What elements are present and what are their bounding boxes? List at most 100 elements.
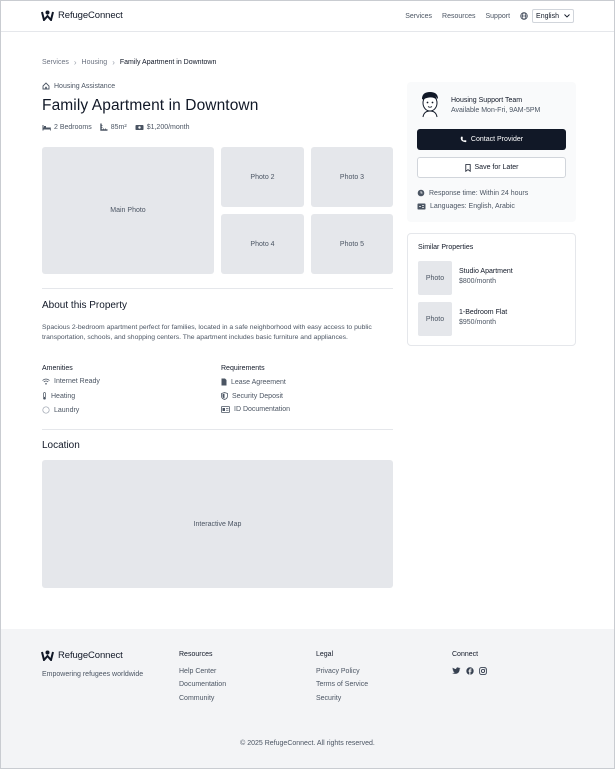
id-card-icon — [221, 406, 230, 413]
bedrooms-value: 2 Bedrooms — [54, 123, 92, 131]
amenities-title: Amenities — [42, 365, 73, 372]
thumbnail-label: Photo — [425, 315, 445, 323]
amenity-label: Laundry — [54, 406, 80, 414]
bookmark-icon — [464, 163, 471, 172]
main-photo[interactable]: Main Photo — [42, 147, 214, 274]
footer-logo[interactable]: RefugeConnect — [41, 650, 123, 661]
breadcrumb-current: Family Apartment in Downtown — [119, 59, 217, 66]
photo-2-label: Photo 2 — [250, 173, 275, 181]
twitter-icon[interactable] — [452, 667, 461, 675]
requirement-label: Security Deposit — [232, 392, 283, 400]
thermometer-icon — [43, 392, 46, 400]
facebook-icon[interactable] — [466, 667, 474, 675]
languages-info: Languages: English, Arabic — [417, 203, 515, 210]
requirement-item: Security Deposit — [221, 392, 283, 400]
chevron-right-icon: › — [112, 58, 115, 67]
footer-link-security[interactable]: Security — [316, 695, 341, 702]
category-label: Housing Assistance — [54, 82, 116, 90]
footer-link-terms[interactable]: Terms of Service — [316, 681, 368, 688]
similar-property-price: $950/month — [459, 319, 496, 326]
file-icon — [221, 378, 227, 386]
response-time-text: Response time: Within 24 hours — [429, 189, 529, 197]
requirement-label: ID Documentation — [234, 406, 291, 413]
language-select[interactable]: English — [532, 9, 574, 23]
photo-5-label: Photo 5 — [339, 240, 365, 248]
photo-5[interactable]: Photo 5 — [311, 214, 393, 274]
phone-icon — [460, 136, 467, 143]
requirement-item: Lease Agreement — [221, 378, 286, 386]
listing-meta: 2 Bedrooms 85m² $1,200/month — [42, 123, 190, 131]
main-photo-label: Main Photo — [110, 207, 146, 214]
amenity-item: Laundry — [42, 406, 79, 414]
amenity-label: Internet Ready — [54, 378, 100, 385]
response-time: Response time: Within 24 hours — [417, 189, 528, 197]
location-heading: Location — [42, 440, 80, 451]
provider-team-name: Housing Support Team — [451, 97, 523, 104]
page-title: Family Apartment in Downtown — [42, 97, 259, 114]
similar-property-name[interactable]: Studio Apartment — [459, 268, 513, 275]
contact-provider-button[interactable]: Contact Provider — [417, 129, 566, 150]
footer-resources-title: Resources — [179, 651, 213, 658]
photo-3[interactable]: Photo 3 — [311, 147, 393, 207]
chevron-right-icon: › — [73, 58, 77, 67]
similar-thumbnail[interactable]: Photo — [418, 302, 452, 336]
chevron-down-icon — [564, 14, 570, 18]
footer-link-help-center[interactable]: Help Center — [179, 668, 216, 675]
footer-brand-name: RefugeConnect — [58, 650, 123, 661]
footer-link-documentation[interactable]: Documentation — [179, 681, 226, 688]
breadcrumb-services[interactable]: Services — [42, 59, 69, 66]
photo-2[interactable]: Photo 2 — [221, 147, 304, 207]
amenity-label: Heating — [51, 392, 76, 400]
similar-properties-title: Similar Properties — [418, 244, 474, 251]
footer-connect-title: Connect — [452, 651, 479, 658]
photo-4[interactable]: Photo 4 — [221, 214, 304, 274]
brand-logo[interactable]: RefugeConnect — [41, 10, 123, 21]
copyright: © 2025 RefugeConnect. All rights reserve… — [240, 740, 375, 747]
price-value: $1,200/month — [146, 123, 190, 131]
save-for-later-button[interactable]: Save for Later — [417, 157, 566, 178]
clock-icon — [417, 189, 425, 197]
nav-services[interactable]: Services — [405, 13, 432, 20]
requirement-item: ID Documentation — [221, 406, 290, 413]
wifi-icon — [42, 378, 50, 385]
property-description: Spacious 2-bedroom apartment perfect for… — [42, 324, 372, 341]
shield-icon — [221, 392, 228, 400]
requirements-title: Requirements — [221, 365, 265, 372]
page: RefugeConnect Services Resources Support… — [0, 0, 615, 769]
interactive-map[interactable]: Interactive Map — [42, 460, 393, 588]
footer-link-privacy[interactable]: Privacy Policy — [316, 668, 360, 675]
provider-hours: Available Mon-Fri, 9AM-5PM — [451, 107, 541, 114]
home-icon — [42, 82, 50, 90]
nav-resources[interactable]: Resources — [442, 13, 475, 20]
listing-category: Housing Assistance — [42, 82, 115, 90]
area-info: 85m² — [100, 123, 127, 131]
footer-legal-title: Legal — [316, 651, 334, 658]
bed-icon — [42, 124, 51, 130]
similar-thumbnail[interactable]: Photo — [418, 261, 452, 295]
avatar — [422, 92, 438, 118]
map-label: Interactive Map — [193, 520, 242, 528]
about-heading: About this Property — [42, 300, 128, 311]
divider — [42, 429, 393, 430]
nav-support[interactable]: Support — [486, 13, 511, 20]
instagram-icon[interactable] — [479, 667, 487, 675]
similar-property-name[interactable]: 1-Bedroom Flat — [459, 309, 507, 316]
similar-property-price: $800/month — [459, 278, 496, 285]
site-header: RefugeConnect Services Resources Support… — [1, 1, 614, 32]
ruler-icon — [100, 123, 108, 131]
breadcrumb: Services › Housing › Family Apartment in… — [42, 58, 216, 67]
amenity-item: Heating — [42, 392, 75, 400]
bedrooms-info: 2 Bedrooms — [42, 124, 92, 131]
brand-name: RefugeConnect — [58, 10, 123, 21]
globe-icon — [520, 12, 528, 20]
area-value: 85m² — [110, 123, 127, 131]
breadcrumb-housing[interactable]: Housing — [82, 59, 108, 66]
save-label: Save for Later — [474, 164, 519, 171]
photo-4-label: Photo 4 — [250, 240, 275, 248]
refuge-logo-icon — [41, 10, 54, 21]
languages-text: Languages: English, Arabic — [430, 203, 515, 210]
circle-icon — [42, 406, 50, 414]
money-icon — [135, 124, 144, 130]
footer-link-community[interactable]: Community — [179, 695, 214, 702]
language-value: English — [536, 12, 559, 20]
